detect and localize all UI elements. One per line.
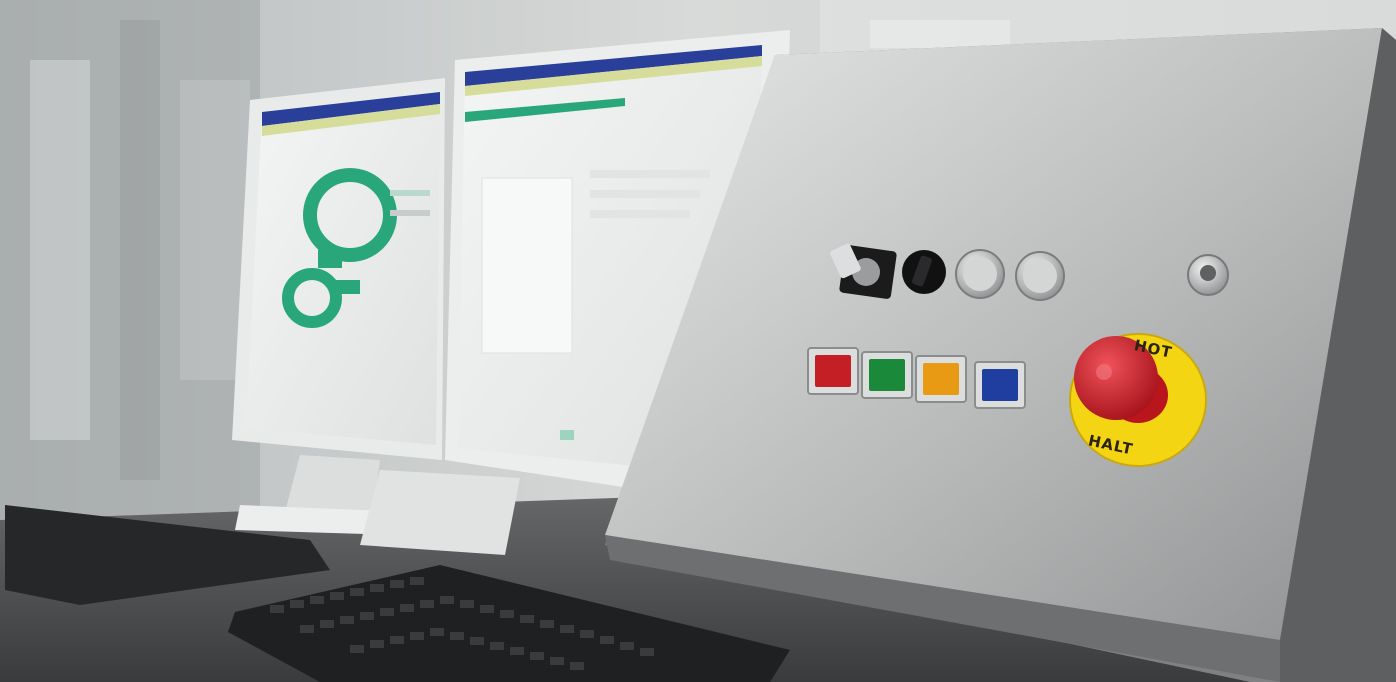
amber-button xyxy=(923,363,959,395)
industrial-control-station-photo xyxy=(0,0,1396,682)
blue-button xyxy=(982,369,1018,401)
red-button xyxy=(815,355,851,387)
emergency-stop xyxy=(1069,333,1207,467)
green-button xyxy=(869,359,905,391)
emergency-stop-cap xyxy=(1074,336,1158,420)
